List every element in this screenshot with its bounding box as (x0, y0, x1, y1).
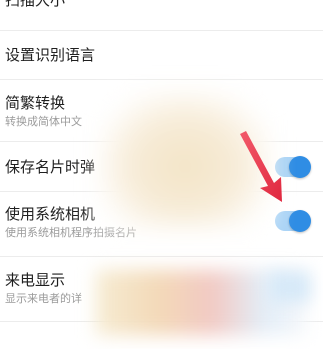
divider (0, 30, 323, 31)
settings-item-title: 来电显示 (5, 271, 66, 289)
settings-item-subtitle: 显示来电者的详 (5, 292, 82, 305)
settings-item-title: 使用系统相机 (5, 205, 96, 223)
settings-item-caller-id[interactable]: 来电显示 显示来电者的详 (0, 271, 323, 306)
settings-item-title: 简繁转换 (5, 94, 66, 112)
divider (0, 79, 323, 80)
settings-item-cutoff[interactable]: 扫描大小 (0, 0, 323, 9)
divider (0, 256, 323, 257)
toggle-knob (289, 156, 311, 178)
settings-item-subtitle: 转换成简体中文 (5, 115, 82, 128)
settings-item-subtitle: 使用系统相机程序拍摄名片 (5, 226, 137, 239)
divider (0, 141, 323, 142)
divider (0, 191, 323, 192)
settings-screen: 扫描大小 设置识别语言 简繁转换 转换成简体中文 保存名片时弹 使用系统相机 使… (0, 0, 323, 349)
settings-item-recognition-language[interactable]: 设置识别语言 (0, 46, 323, 64)
settings-item-conversion[interactable]: 简繁转换 转换成简体中文 (0, 94, 323, 129)
settings-item-title: 设置识别语言 (5, 46, 96, 64)
settings-item-title: 保存名片时弹 (5, 158, 96, 176)
system-camera-toggle[interactable] (275, 210, 311, 232)
settings-item-title: 扫描大小 (5, 0, 66, 9)
save-card-toggle[interactable] (275, 156, 311, 178)
divider (0, 321, 323, 322)
toggle-knob (289, 210, 311, 232)
